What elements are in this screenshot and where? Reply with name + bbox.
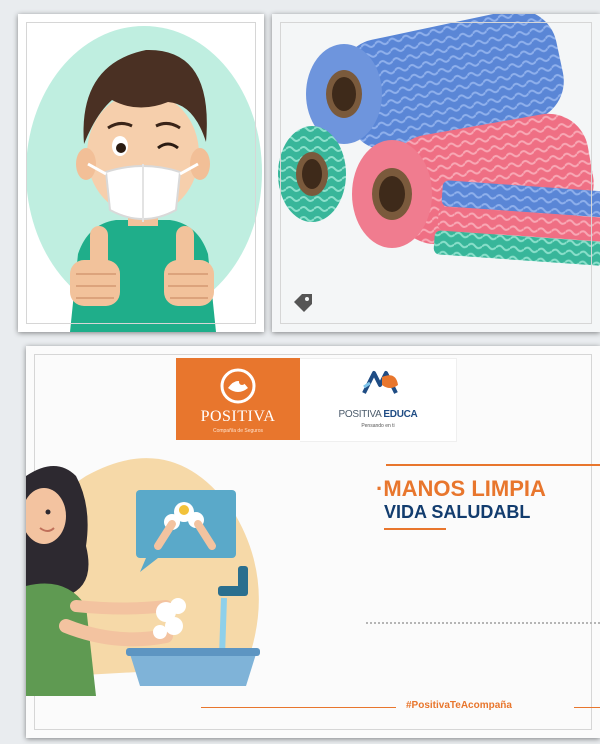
- headline-top-rule: [386, 464, 600, 466]
- handwashing-campaign-poster-tile: POSITIVA Compañía de Seguros POSITIVA ED…: [26, 346, 600, 738]
- headline-underline: [384, 528, 446, 530]
- headline-manos-limpias: ·MANOS LIMPIA: [376, 476, 546, 501]
- positiva-logo: POSITIVA Compañía de Seguros: [176, 358, 300, 440]
- cleaning-cloth-rolls-image-tile: [272, 14, 600, 332]
- tile-frame: [26, 22, 256, 324]
- headline-vida-saludable: VIDA SALUDABL: [384, 502, 531, 522]
- positiva-educa-brand-text: POSITIVA EDUCA: [300, 409, 456, 420]
- wash-basin: [130, 654, 256, 686]
- campaign-hashtag: #PositivaTeAcompaña: [406, 700, 512, 711]
- positiva-educa-subtitle: Pensando en ti: [361, 423, 395, 429]
- educa-brand-bold: EDUCA: [383, 409, 418, 420]
- woman-washing-hands-illustration: [26, 458, 260, 696]
- footer-rule-left: [201, 707, 396, 708]
- positiva-brand-text: POSITIVA: [200, 408, 276, 425]
- positiva-emblem-icon: [220, 368, 256, 404]
- tile-frame: [280, 22, 592, 324]
- footer-rule-right: [574, 707, 600, 708]
- educa-brand-prefix: POSITIVA: [338, 409, 384, 420]
- dotted-divider: [366, 622, 600, 624]
- masked-person-image-tile: [18, 14, 264, 332]
- positiva-educa-logo: POSITIVA EDUCA Pensando en ti: [300, 358, 457, 442]
- positiva-educa-emblem-icon: [362, 371, 398, 394]
- positiva-tagline: Compañía de Seguros: [212, 428, 264, 434]
